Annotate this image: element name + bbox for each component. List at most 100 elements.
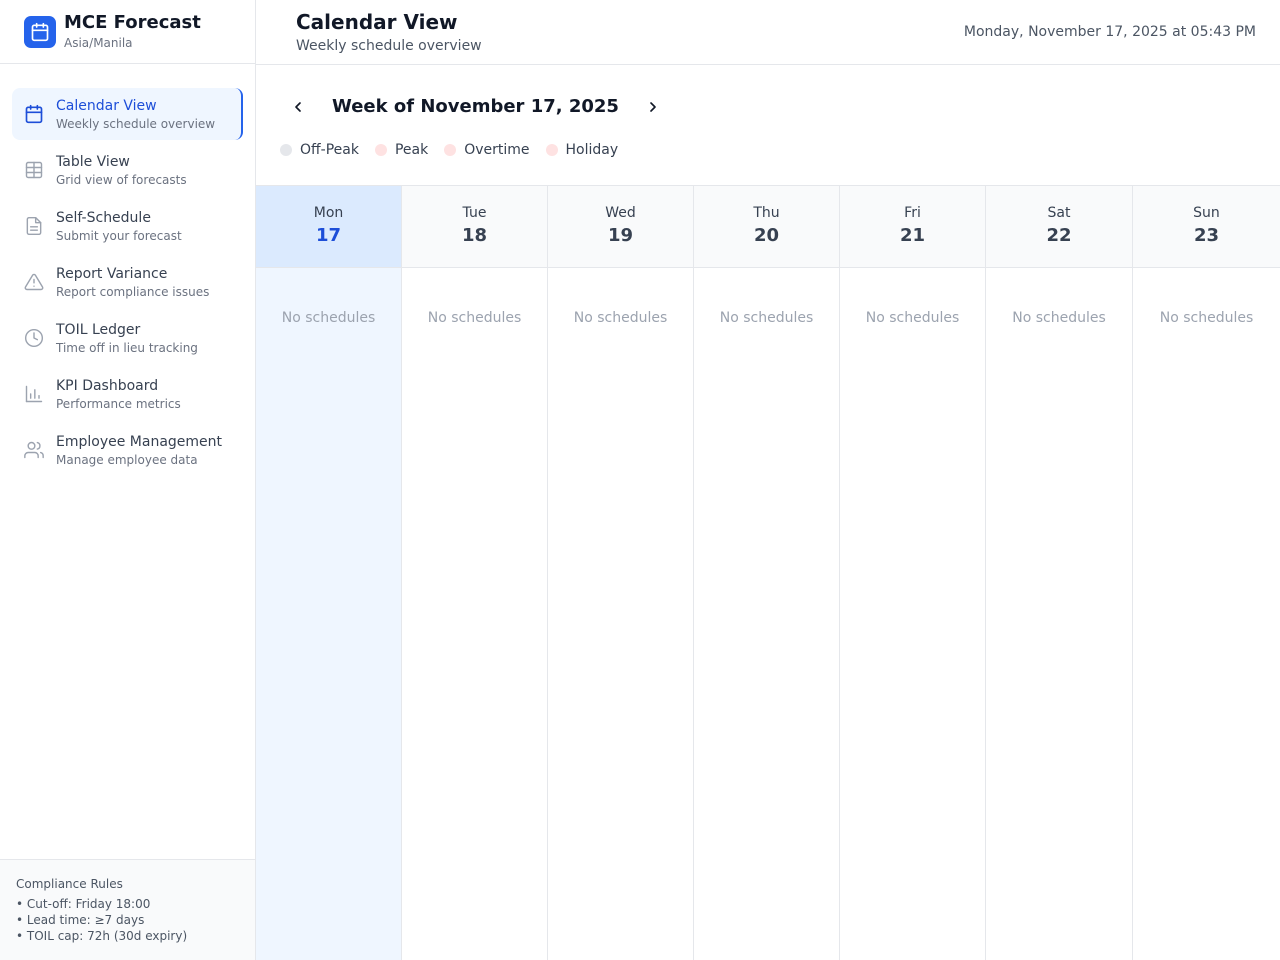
- day-body[interactable]: No schedules: [694, 268, 839, 960]
- sidebar-item-desc: Report compliance issues: [56, 284, 210, 299]
- legend-item-overtime: Overtime: [444, 141, 530, 159]
- empty-state: No schedules: [719, 310, 814, 326]
- day-name: Wed: [605, 205, 636, 221]
- chevron-right-icon: [650, 102, 656, 112]
- table-icon: [22, 158, 46, 182]
- previous-week-button[interactable]: [285, 94, 311, 120]
- empty-state: No schedules: [427, 310, 522, 326]
- day-column-sat[interactable]: Sat 22 No schedules: [986, 186, 1133, 960]
- day-number: 18: [461, 225, 488, 246]
- legend-swatch: [280, 144, 292, 156]
- sidebar-item-desc: Grid view of forecasts: [56, 172, 187, 187]
- week-calendar-grid: Mon 17 No schedules Tue 18 No schedules …: [256, 185, 1280, 960]
- day-header: Sun 23: [1133, 186, 1280, 268]
- day-number: 21: [899, 225, 926, 246]
- legend-swatch: [374, 144, 387, 156]
- day-name: Fri: [904, 205, 921, 221]
- compliance-title: Compliance Rules: [16, 877, 123, 891]
- sidebar-item-label: TOIL Ledger: [56, 321, 141, 338]
- sidebar-item-desc: Weekly schedule overview: [56, 116, 216, 131]
- day-body[interactable]: No schedules: [402, 268, 547, 960]
- page-title: Calendar View: [296, 10, 458, 34]
- sidebar-item-kpi-dashboard[interactable]: KPI Dashboard Performance metrics: [12, 368, 243, 420]
- day-column-sun[interactable]: Sun 23 No schedules: [1133, 186, 1280, 960]
- sidebar-nav: Calendar View Weekly schedule overview T…: [0, 64, 255, 476]
- empty-state: No schedules: [1159, 310, 1254, 326]
- current-datetime: Monday, November 17, 2025 at 05:43 PM: [963, 24, 1256, 40]
- day-column-mon[interactable]: Mon 17 No schedules: [256, 186, 402, 960]
- day-number: 19: [607, 225, 634, 246]
- sidebar-item-table-view[interactable]: Table View Grid view of forecasts: [12, 144, 243, 196]
- day-number: 20: [753, 225, 780, 246]
- sidebar-item-label: Table View: [56, 153, 130, 170]
- next-week-button[interactable]: [640, 94, 666, 120]
- legend-label: Holiday: [565, 142, 619, 158]
- calendar-icon: [22, 102, 46, 126]
- chevron-left-icon: [295, 102, 301, 112]
- sidebar-item-label: Employee Management: [56, 433, 223, 450]
- sidebar-item-calendar-view[interactable]: Calendar View Weekly schedule overview: [12, 88, 243, 140]
- sidebar-item-desc: Performance metrics: [56, 396, 181, 411]
- day-header: Fri 21: [840, 186, 985, 268]
- day-name: Tue: [462, 205, 487, 221]
- week-title: Week of November 17, 2025: [332, 96, 619, 117]
- day-body[interactable]: No schedules: [1133, 268, 1280, 960]
- day-column-thu[interactable]: Thu 20 No schedules: [694, 186, 840, 960]
- document-icon: [22, 214, 46, 238]
- day-column-tue[interactable]: Tue 18 No schedules: [402, 186, 548, 960]
- legend-item-holiday: Holiday: [545, 141, 619, 159]
- day-column-fri[interactable]: Fri 21 No schedules: [840, 186, 986, 960]
- sidebar-item-report-variance[interactable]: Report Variance Report compliance issues: [12, 256, 243, 308]
- sidebar-item-label: KPI Dashboard: [56, 377, 159, 394]
- sidebar-item-employee-management[interactable]: Employee Management Manage employee data: [12, 424, 243, 476]
- day-header: Sat 22: [986, 186, 1132, 268]
- page-subtitle: Weekly schedule overview: [296, 38, 482, 54]
- brand: MCE Forecast Asia/Manila: [0, 0, 255, 64]
- sidebar-item-desc: Submit your forecast: [56, 228, 182, 243]
- week-navigation: Week of November 17, 2025 Off-Peak Peak …: [256, 65, 1280, 185]
- sidebar-item-desc: Manage employee data: [56, 452, 198, 467]
- legend-item-off-peak: Off-Peak: [280, 141, 359, 159]
- legend: Off-Peak Peak Overtime Holiday: [280, 141, 634, 159]
- day-header: Tue 18: [402, 186, 547, 268]
- empty-state: No schedules: [281, 310, 376, 326]
- compliance-rules-panel: Compliance Rules • Cut-off: Friday 18:00…: [0, 859, 255, 960]
- day-header: Thu 20: [694, 186, 839, 268]
- page-header: Calendar View Weekly schedule overview M…: [256, 0, 1280, 65]
- sidebar: MCE Forecast Asia/Manila Calendar View W…: [0, 0, 256, 960]
- compliance-rule: • Cut-off: Friday 18:00: [16, 897, 151, 911]
- users-icon: [22, 438, 46, 462]
- empty-state: No schedules: [865, 310, 960, 326]
- app-title: MCE Forecast: [64, 12, 201, 33]
- day-number: 23: [1193, 225, 1220, 246]
- day-body[interactable]: No schedules: [256, 268, 401, 960]
- sidebar-item-self-schedule[interactable]: Self-Schedule Submit your forecast: [12, 200, 243, 252]
- day-number: 17: [315, 225, 342, 246]
- legend-swatch: [444, 144, 457, 156]
- day-column-wed[interactable]: Wed 19 No schedules: [548, 186, 694, 960]
- day-name: Sun: [1193, 205, 1220, 221]
- legend-label: Overtime: [464, 142, 530, 158]
- day-name: Thu: [753, 205, 780, 221]
- compliance-rule: • Lead time: ≥7 days: [16, 913, 145, 927]
- sidebar-item-toil-ledger[interactable]: TOIL Ledger Time off in lieu tracking: [12, 312, 243, 364]
- calendar-icon: [24, 15, 56, 48]
- warning-icon: [22, 270, 46, 294]
- day-number: 22: [1046, 225, 1072, 246]
- day-header: Wed 19: [548, 186, 693, 268]
- sidebar-item-label: Calendar View: [56, 97, 157, 114]
- empty-state: No schedules: [573, 310, 668, 326]
- sidebar-item-desc: Time off in lieu tracking: [56, 340, 198, 355]
- sidebar-item-label: Self-Schedule: [56, 209, 151, 226]
- legend-label: Peak: [394, 142, 429, 158]
- legend-swatch: [545, 144, 558, 156]
- day-name: Mon: [313, 205, 344, 221]
- bar-chart-icon: [22, 382, 46, 406]
- timezone-label: Asia/Manila: [64, 36, 133, 50]
- clock-icon: [22, 326, 46, 350]
- compliance-rule: • TOIL cap: 72h (30d expiry): [16, 929, 188, 943]
- day-body[interactable]: No schedules: [840, 268, 985, 960]
- day-body[interactable]: No schedules: [548, 268, 693, 960]
- day-body[interactable]: No schedules: [986, 268, 1132, 960]
- empty-state: No schedules: [1012, 310, 1106, 326]
